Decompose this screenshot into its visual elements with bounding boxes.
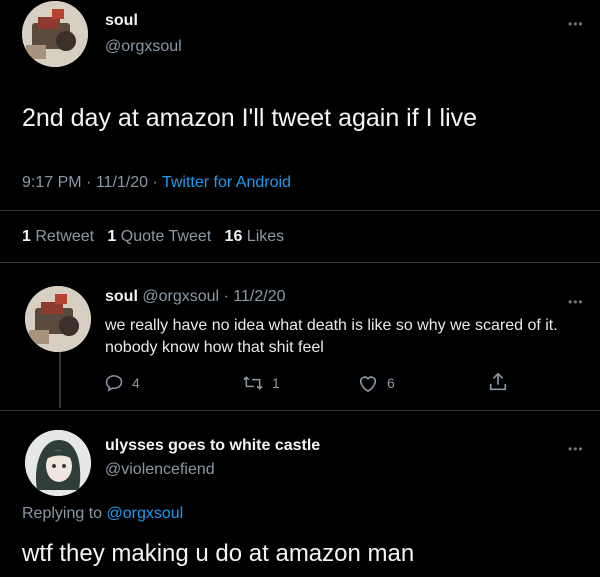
tweet-source-link[interactable]: Twitter for Android [162, 174, 291, 191]
replying-to: Replying to @orgxsoul [22, 505, 183, 523]
reply1-avatar[interactable] [25, 286, 91, 352]
likes-count: 16 [224, 228, 243, 245]
reply2-avatar[interactable] [25, 430, 91, 496]
reply1-handle[interactable]: @orgxsoul [142, 288, 219, 305]
meta-separator: · [86, 174, 92, 191]
more-horizontal-icon[interactable]: ••• [568, 18, 584, 30]
author-display-name[interactable]: soul [105, 12, 138, 30]
like-action[interactable]: 6 [357, 373, 395, 393]
quotes-label: Quote Tweet [120, 228, 212, 245]
quotes-count: 1 [107, 228, 117, 245]
thread-connector-line [59, 352, 61, 408]
divider [0, 262, 600, 263]
meta-separator: · [152, 174, 158, 191]
reply-icon [105, 375, 123, 392]
meta-separator: · [223, 288, 229, 305]
divider [0, 410, 600, 411]
tweet-time[interactable]: 9:17 PM [22, 174, 82, 191]
reply-count: 4 [132, 375, 140, 391]
author-avatar[interactable] [22, 1, 88, 67]
quotes-stat[interactable]: 1 Quote Tweet [107, 228, 211, 245]
like-icon [359, 376, 377, 393]
more-horizontal-icon[interactable]: ••• [568, 296, 584, 308]
avatar-image [25, 286, 91, 352]
retweet-count: 1 [272, 375, 280, 391]
reply1-header: soul @orgxsoul · 11/2/20 [105, 288, 286, 306]
reply1-date[interactable]: 11/2/20 [233, 288, 285, 305]
share-action[interactable] [487, 371, 509, 393]
tweet-meta: 9:17 PM · 11/1/20 · Twitter for Android [22, 174, 291, 192]
tweet-date[interactable]: 11/1/20 [96, 174, 148, 191]
reply2-handle[interactable]: @violencefiend [105, 461, 215, 479]
replying-prefix: Replying to [22, 505, 103, 522]
likes-label: Likes [246, 228, 285, 245]
likes-stat[interactable]: 16 Likes [225, 228, 285, 245]
author-handle[interactable]: @orgxsoul [105, 38, 182, 56]
retweets-count: 1 [22, 228, 31, 245]
share-icon [489, 372, 507, 391]
tweet-stats: 1 Retweet 1 Quote Tweet 16 Likes [22, 228, 284, 246]
avatar-image [22, 1, 88, 67]
reply-action[interactable]: 4 [104, 373, 140, 393]
reply1-display-name[interactable]: soul [105, 288, 138, 305]
retweet-action[interactable]: 1 [242, 373, 280, 393]
more-horizontal-icon[interactable]: ••• [568, 443, 584, 455]
reply2-display-name[interactable]: ulysses goes to white castle [105, 437, 320, 455]
divider [0, 210, 600, 211]
reply1-text: we really have no idea what death is lik… [105, 317, 558, 356]
retweets-label: Retweet [35, 228, 95, 245]
tweet-text: 2nd day at amazon I'll tweet again if I … [22, 104, 478, 132]
avatar-image [25, 430, 91, 496]
like-count: 6 [387, 375, 395, 391]
reply2-text: wtf they making u do at amazon man [22, 540, 415, 567]
retweet-icon [243, 376, 263, 390]
replying-handle-link[interactable]: @orgxsoul [107, 505, 184, 522]
retweets-stat[interactable]: 1 Retweet [22, 228, 94, 245]
